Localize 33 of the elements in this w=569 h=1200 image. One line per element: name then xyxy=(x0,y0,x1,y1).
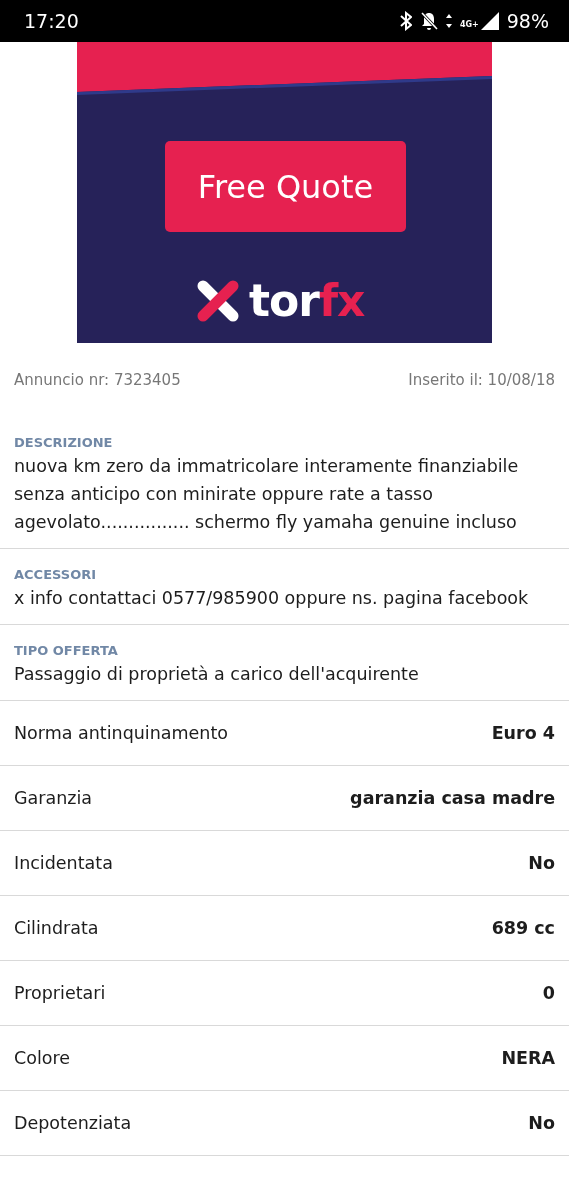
spec-value: No xyxy=(528,853,555,873)
spec-label: Incidentata xyxy=(14,853,113,873)
section-heading: TIPO OFFERTA xyxy=(14,643,119,658)
data-arrows-icon xyxy=(445,14,452,28)
listing-number: Annuncio nr: 7323405 xyxy=(14,371,181,389)
clock: 17:20 xyxy=(24,10,79,32)
section-text: nuova km zero da immatricolare interamente finanziabile senza anticipo con minirate oppure rate a tasso agevolato................ schermo fly yamaha genuine incluso xyxy=(14,455,520,534)
posted-date: Inserito il: 10/08/18 xyxy=(408,371,555,389)
section-text: x info contattaci 0577/985900 oppure ns. pagina facebook xyxy=(14,587,530,610)
cross-logo-icon xyxy=(197,279,239,322)
spec-value: No xyxy=(528,1113,555,1133)
spec-value: 0 xyxy=(542,983,555,1003)
section-heading: DESCRIZIONE xyxy=(14,435,114,450)
spec-value: Euro 4 xyxy=(491,723,555,743)
signal-icon xyxy=(480,12,499,30)
spec-label: Cilindrata xyxy=(14,918,99,938)
spec-value: garanzia casa madre xyxy=(350,788,555,808)
bell-muted-icon xyxy=(419,11,438,31)
free-quote-button[interactable]: Free Quote xyxy=(165,141,406,232)
bluetooth-icon xyxy=(399,11,412,31)
spec-value: NERA xyxy=(501,1048,555,1068)
spec-label: Proprietari xyxy=(14,983,106,1003)
section-heading: ACCESSORI xyxy=(14,567,98,582)
battery-level: 98% xyxy=(506,10,549,32)
ad-banner[interactable]: Free Quote torfx xyxy=(77,42,492,343)
spec-label: Colore xyxy=(14,1048,71,1068)
spec-label: Depotenziata xyxy=(14,1113,132,1133)
spec-value: 689 cc xyxy=(491,918,555,938)
spec-label: Norma antinquinamento xyxy=(14,723,228,743)
section-text: Passaggio di proprietà a carico dell'acquirente xyxy=(14,663,420,686)
network-type: 4G+ xyxy=(459,20,479,29)
spec-label: Garanzia xyxy=(14,788,93,808)
logo-text: torfx xyxy=(249,275,365,326)
